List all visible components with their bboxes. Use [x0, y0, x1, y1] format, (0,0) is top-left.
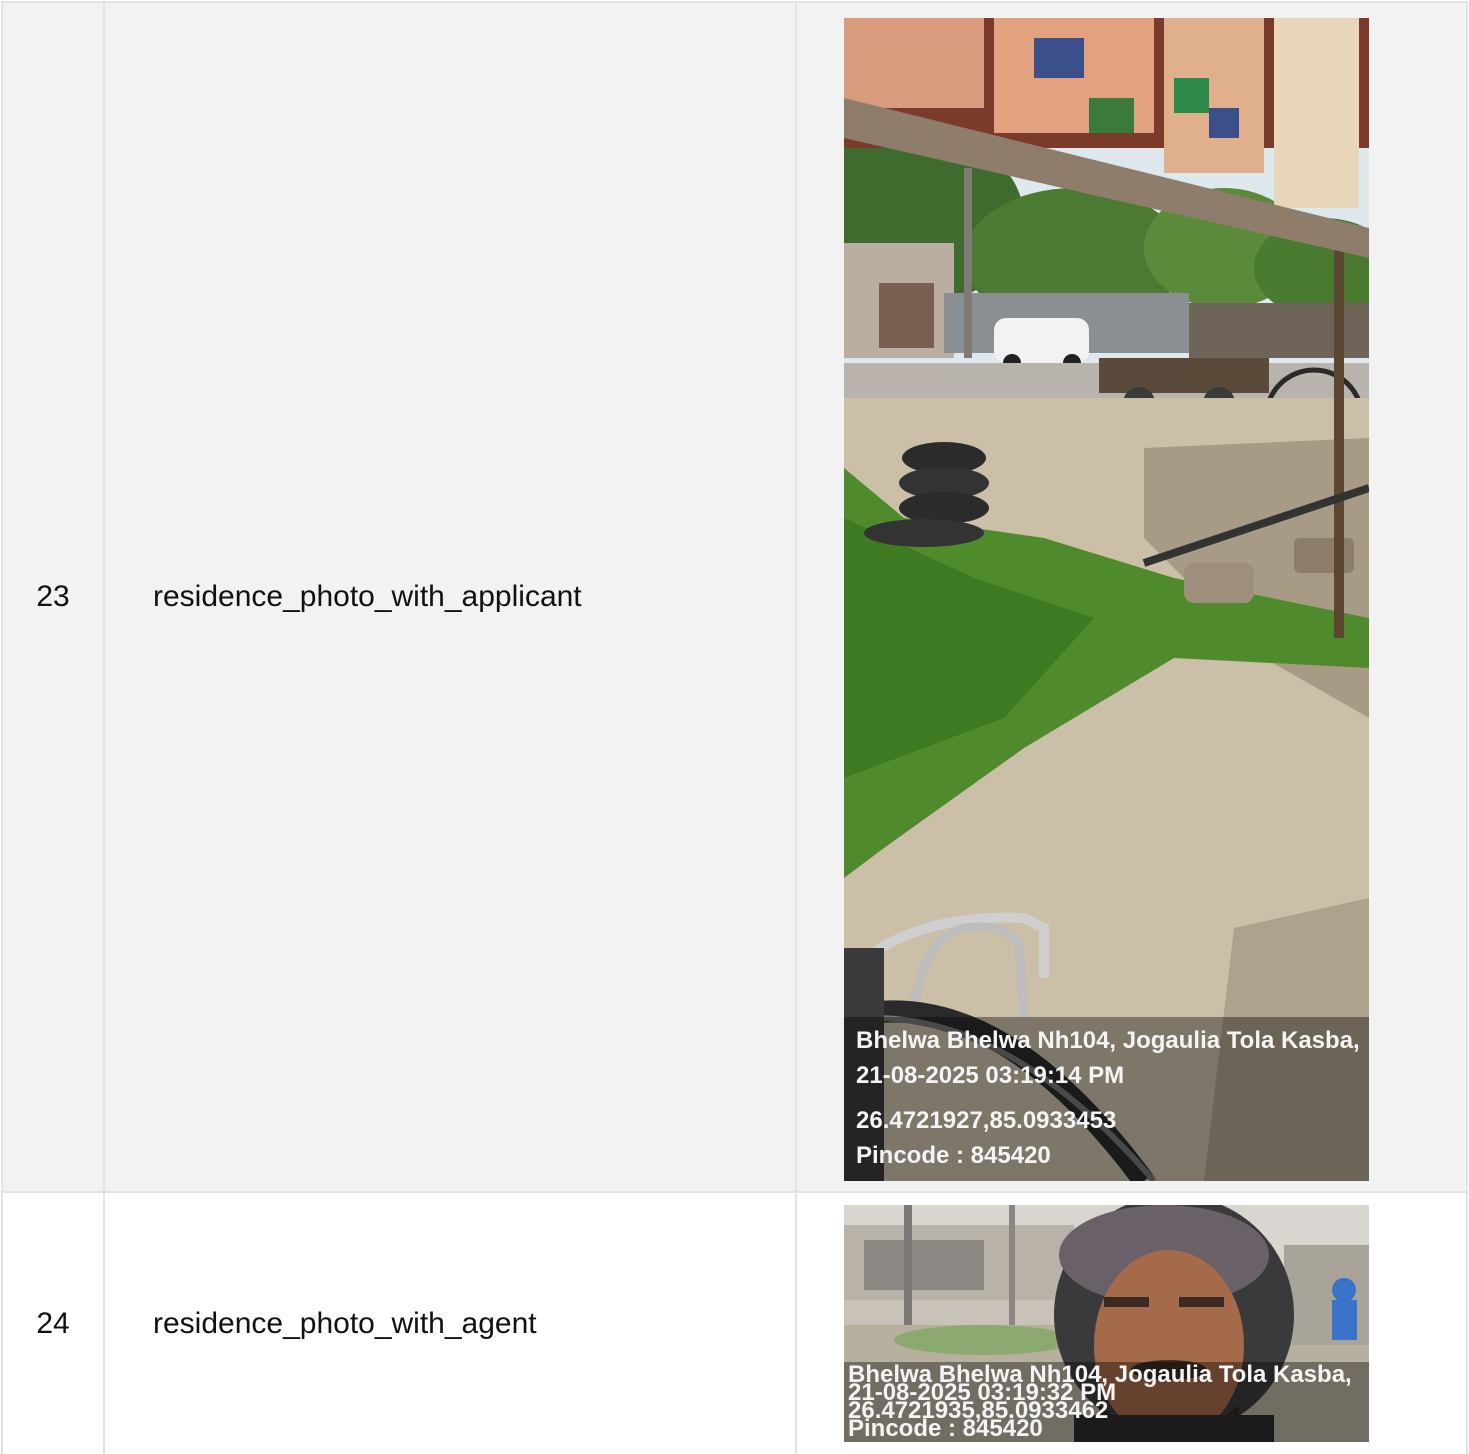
residence-photo-agent[interactable]: Bhelwa Bhelwa Nh104, Jogaulia Tola Kasba…: [844, 1205, 1369, 1442]
photo-geotag-overlay: Bhelwa Bhelwa Nh104, Jogaulia Tola Kasba…: [844, 1017, 1369, 1181]
table-row: 23 residence_photo_with_applicant Bhelwa…: [1, 1, 1468, 1193]
geotag-timestamp: 21-08-2025 03:19:14 PM: [856, 1062, 1125, 1089]
residence-photo-applicant[interactable]: Bhelwa Bhelwa Nh104, Jogaulia Tola Kasba…: [844, 18, 1369, 1181]
geotag-pincode: Pincode : 845420: [856, 1142, 1051, 1169]
field-name: residence_photo_with_applicant: [103, 1, 797, 1193]
photo-image: [844, 18, 1369, 1181]
serial-number: 23: [1, 1, 105, 1193]
geotag-address: Bhelwa Bhelwa Nh104, Jogaulia Tola Kasba…: [856, 1027, 1360, 1054]
photo-cell: Bhelwa Bhelwa Nh104, Jogaulia Tola Kasba…: [795, 1191, 1468, 1454]
field-name: residence_photo_with_agent: [103, 1191, 797, 1454]
serial-number: 24: [1, 1191, 105, 1454]
photo-cell: Bhelwa Bhelwa Nh104, Jogaulia Tola Kasba…: [795, 1, 1468, 1193]
photo-geotag-overlay: Bhelwa Bhelwa Nh104, Jogaulia Tola Kasba…: [844, 1362, 1369, 1442]
document-table: 23 residence_photo_with_applicant Bhelwa…: [1, 1, 1468, 1454]
table-row: 24 residence_photo_with_agent Bhelwa Bhe…: [1, 1191, 1468, 1454]
geotag-coordinates: 26.4721927,85.0933453: [856, 1107, 1117, 1134]
